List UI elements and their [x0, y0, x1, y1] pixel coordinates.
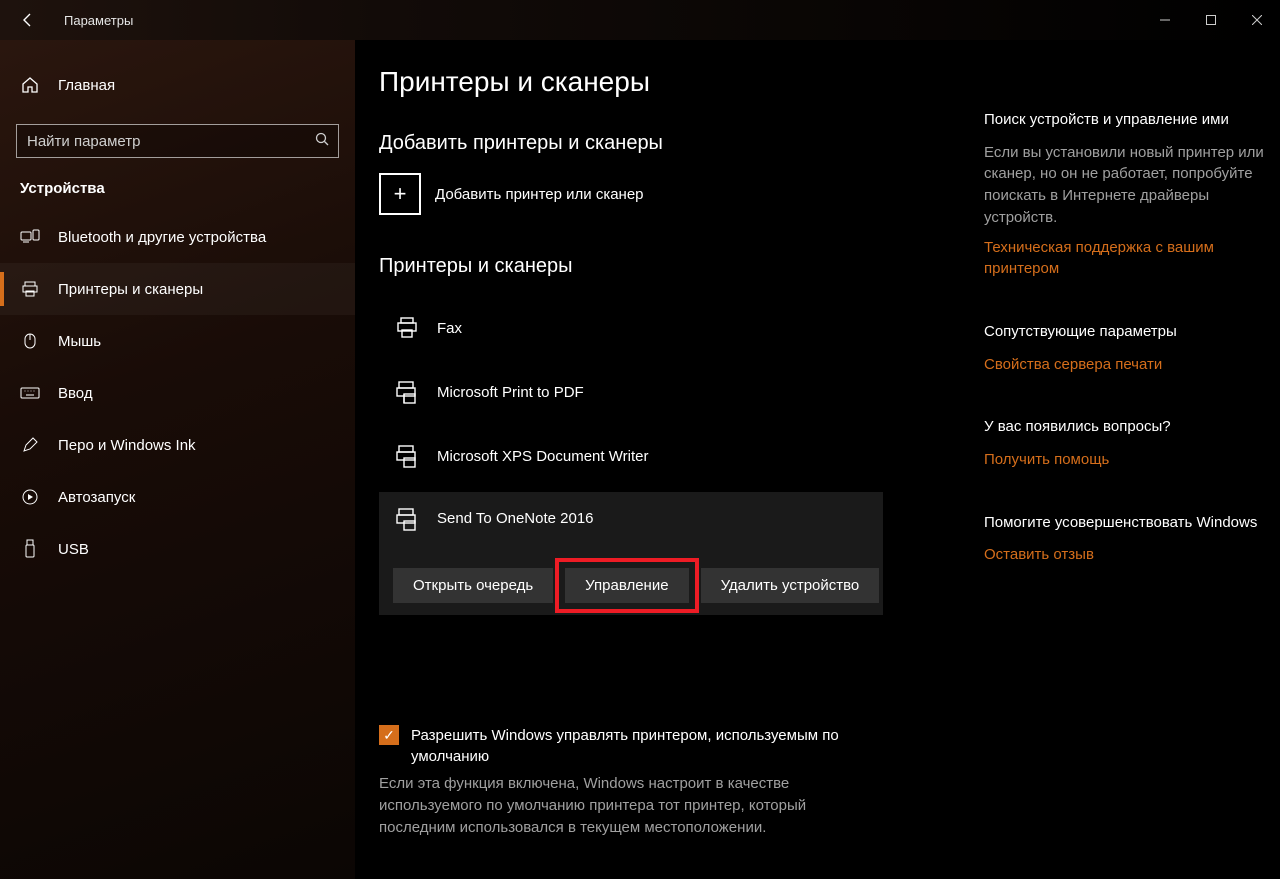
checkbox-description: Если эта функция включена, Windows настр… — [379, 773, 879, 838]
pen-icon — [20, 436, 40, 454]
print-to-file-icon — [393, 506, 421, 532]
printer-icon — [20, 280, 40, 298]
add-device-label: Добавить принтер или сканер — [435, 186, 644, 203]
minimize-button[interactable] — [1142, 4, 1188, 36]
sidebar-item-label: Перо и Windows Ink — [58, 437, 196, 454]
sidebar-item-label: USB — [58, 541, 89, 558]
print-to-file-icon — [393, 443, 421, 469]
add-device-row[interactable]: + Добавить принтер или сканер — [379, 173, 974, 215]
feedback-link[interactable]: Оставить отзыв — [984, 544, 1274, 566]
list-section-heading: Принтеры и сканеры — [379, 255, 974, 278]
device-item-print-pdf[interactable]: Microsoft Print to PDF — [379, 360, 974, 424]
sidebar-item-bluetooth[interactable]: Bluetooth и другие устройства — [0, 211, 355, 263]
related-heading: У вас появились вопросы? — [984, 417, 1274, 437]
checkbox-label: Разрешить Windows управлять принтером, и… — [411, 725, 879, 767]
keyboard-icon — [20, 386, 40, 400]
sidebar-item-usb[interactable]: USB — [0, 523, 355, 575]
device-item-onenote-selected[interactable]: Send To OneNote 2016 Открыть очередь Упр… — [379, 492, 883, 615]
related-heading: Поиск устройств и управление ими — [984, 110, 1274, 130]
search-icon — [314, 131, 330, 151]
devices-icon — [20, 229, 40, 245]
related-heading: Помогите усовершенствовать Windows — [984, 513, 1274, 533]
device-label: Fax — [437, 320, 462, 337]
search-box[interactable] — [16, 124, 339, 158]
printer-icon — [393, 315, 421, 341]
device-list: Fax Microsoft Print to PDF Microsoft XPS… — [379, 296, 974, 615]
checkbox-default-printer[interactable]: ✓ — [379, 725, 399, 745]
home-nav[interactable]: Главная — [0, 66, 355, 104]
print-server-link[interactable]: Свойства сервера печати — [984, 354, 1274, 376]
device-label: Send To OneNote 2016 — [437, 506, 594, 527]
arrow-left-icon — [20, 12, 36, 28]
back-button[interactable] — [14, 6, 42, 34]
manage-button[interactable]: Управление — [565, 568, 688, 603]
related-heading: Сопутствующие параметры — [984, 322, 1274, 342]
titlebar: Параметры — [0, 0, 1280, 40]
usb-icon — [20, 539, 40, 559]
sidebar-item-mouse[interactable]: Мышь — [0, 315, 355, 367]
maximize-button[interactable] — [1188, 4, 1234, 36]
related-text: Если вы установили новый принтер или ска… — [984, 142, 1274, 229]
plus-icon: + — [379, 173, 421, 215]
remove-device-button[interactable]: Удалить устройство — [701, 568, 880, 603]
search-input[interactable] — [27, 133, 314, 150]
print-to-file-icon — [393, 379, 421, 405]
sidebar-item-pen[interactable]: Перо и Windows Ink — [0, 419, 355, 471]
sidebar-item-label: Принтеры и сканеры — [58, 281, 203, 298]
sidebar-item-autoplay[interactable]: Автозапуск — [0, 471, 355, 523]
device-label: Microsoft XPS Document Writer — [437, 448, 648, 465]
sidebar-item-label: Bluetooth и другие устройства — [58, 229, 266, 246]
main-content: Принтеры и сканеры Добавить принтеры и с… — [355, 40, 1280, 879]
sidebar-item-label: Ввод — [58, 385, 93, 402]
device-item-xps[interactable]: Microsoft XPS Document Writer — [379, 424, 974, 488]
add-section-heading: Добавить принтеры и сканеры — [379, 132, 974, 155]
device-item-fax[interactable]: Fax — [379, 296, 974, 360]
device-action-buttons: Открыть очередь Управление Удалить устро… — [393, 568, 883, 615]
mouse-icon — [20, 332, 40, 350]
home-label: Главная — [58, 77, 115, 94]
nav-section-heading: Устройства — [0, 180, 355, 197]
sidebar-item-typing[interactable]: Ввод — [0, 367, 355, 419]
autoplay-icon — [20, 488, 40, 506]
get-help-link[interactable]: Получить помощь — [984, 449, 1274, 471]
open-queue-button[interactable]: Открыть очередь — [393, 568, 553, 603]
support-link[interactable]: Техническая поддержка с вашим принтером — [984, 237, 1274, 281]
sidebar-item-label: Автозапуск — [58, 489, 135, 506]
related-links-panel: Поиск устройств и управление ими Если вы… — [974, 66, 1274, 879]
sidebar-item-label: Мышь — [58, 333, 101, 350]
window-title: Параметры — [64, 13, 133, 28]
close-button[interactable] — [1234, 4, 1280, 36]
sidebar: Главная Устройства Bluetooth и другие ус… — [0, 40, 355, 879]
page-title: Принтеры и сканеры — [379, 66, 974, 98]
home-icon — [20, 76, 40, 94]
device-label: Microsoft Print to PDF — [437, 384, 584, 401]
window-controls — [1142, 4, 1280, 36]
sidebar-item-printers[interactable]: Принтеры и сканеры — [0, 263, 355, 315]
default-printer-option: ✓ Разрешить Windows управлять принтером,… — [379, 725, 879, 838]
